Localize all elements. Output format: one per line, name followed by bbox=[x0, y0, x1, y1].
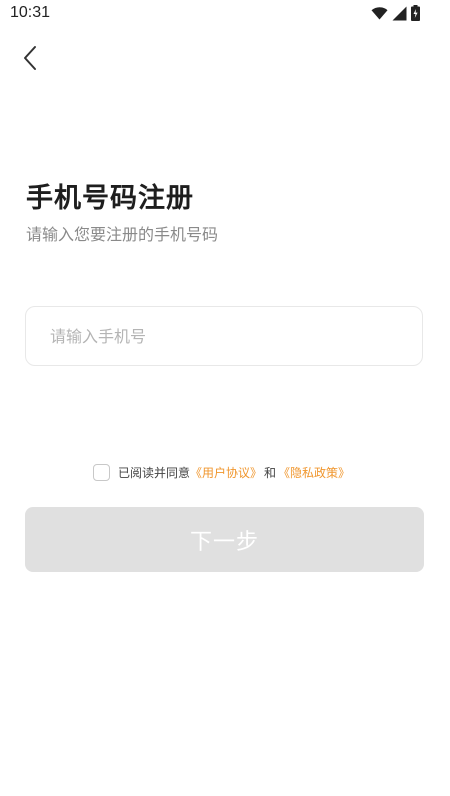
page-title: 手机号码注册 bbox=[26, 183, 194, 214]
status-icons bbox=[371, 5, 420, 21]
page-subtitle: 请输入您要注册的手机号码 bbox=[26, 225, 219, 244]
next-step-button[interactable]: 下一步 bbox=[25, 507, 424, 572]
back-button[interactable] bbox=[14, 44, 46, 76]
agree-checkbox[interactable] bbox=[93, 463, 110, 481]
privacy-policy-link[interactable]: 《隐私政策》 bbox=[278, 464, 350, 481]
phone-input-container bbox=[25, 306, 423, 366]
agreement-row: 已阅读并同意 《用户协议》 和 《隐私政策》 bbox=[93, 462, 350, 482]
wifi-icon bbox=[371, 6, 388, 20]
agreement-and: 和 bbox=[264, 465, 277, 480]
status-time: 10:31 bbox=[10, 4, 51, 21]
battery-icon bbox=[411, 5, 420, 21]
agreement-prefix: 已阅读并同意 bbox=[118, 465, 191, 480]
chevron-left-icon bbox=[22, 45, 38, 75]
phone-input[interactable] bbox=[26, 307, 422, 365]
user-agreement-link[interactable]: 《用户协议》 bbox=[190, 464, 262, 481]
status-bar: 10:31 bbox=[0, 0, 450, 28]
cellular-signal-icon bbox=[392, 6, 407, 21]
